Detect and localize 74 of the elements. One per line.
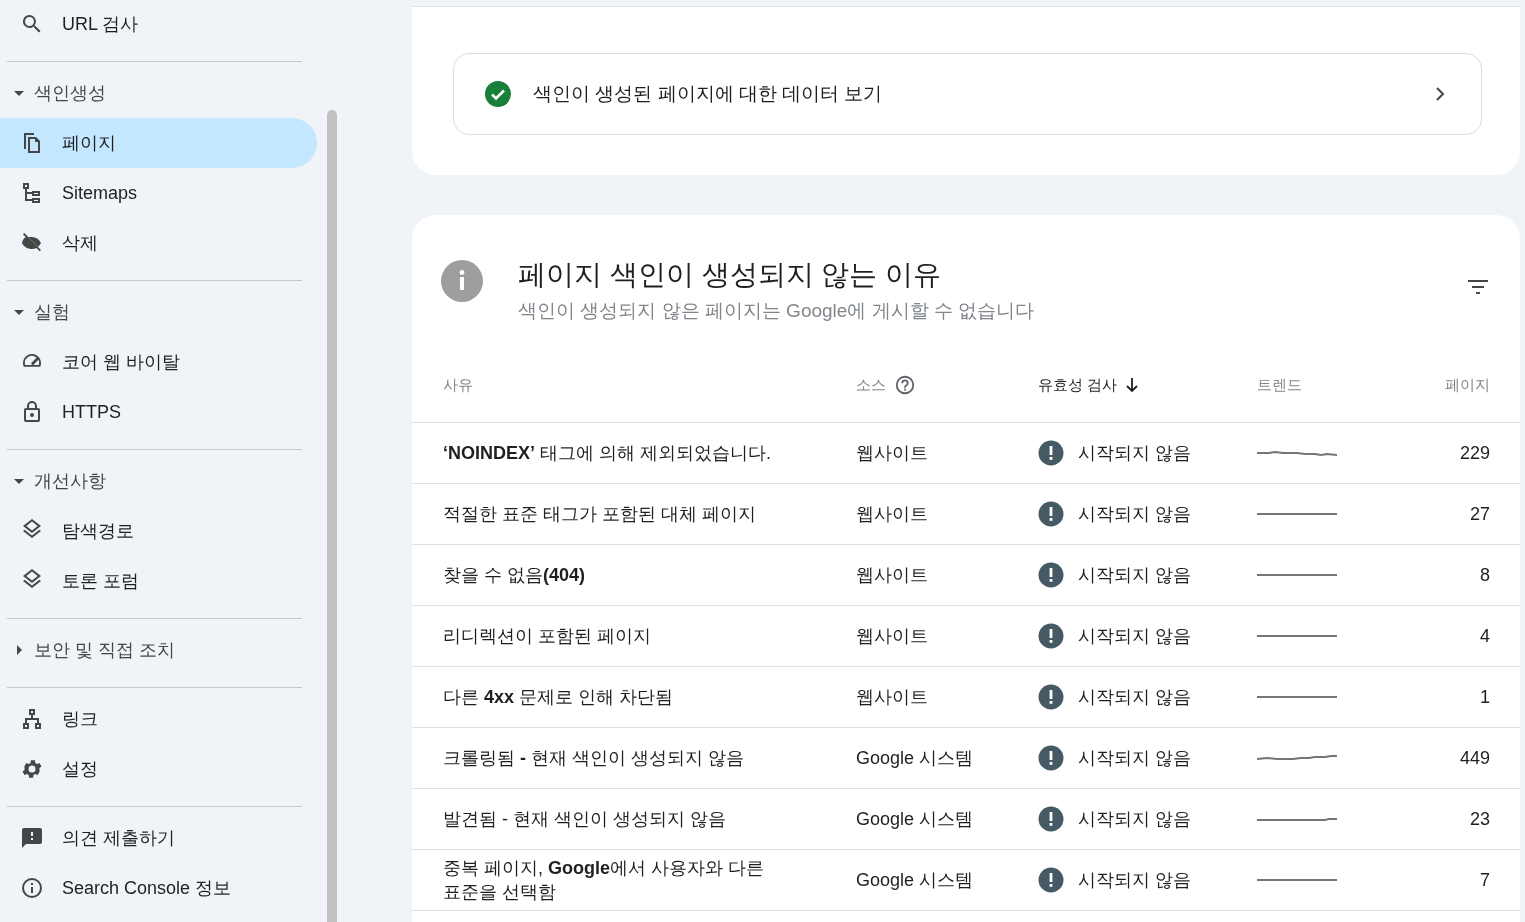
nav-item[interactable]: Sitemaps bbox=[0, 168, 317, 218]
feedback-icon bbox=[20, 826, 44, 850]
table-cell-text: 8 bbox=[1479, 564, 1490, 586]
table-cell-text: 시작되지 않음 bbox=[1078, 747, 1191, 770]
scrollbar[interactable] bbox=[327, 110, 337, 922]
info-icon bbox=[441, 260, 483, 302]
section-header[interactable]: 보안 및 직접 조치 bbox=[0, 625, 302, 675]
warning-circle-icon bbox=[1038, 745, 1064, 771]
table-cell-text: 시작되지 않음 bbox=[1078, 503, 1191, 526]
check-circle-icon bbox=[485, 81, 511, 107]
table-cell-text: 크롤링됨 - 현재 색인이 생성되지 않음 bbox=[443, 747, 746, 770]
table-cell-text: 웹사이트 bbox=[856, 686, 929, 709]
table-cell-text: ‘NOINDEX’ 태그에 의해 제외되었습니다. bbox=[443, 442, 773, 465]
warning-circle-icon bbox=[1038, 867, 1064, 893]
card-title: 페이지 색인이 생성되지 않는 이유 bbox=[518, 258, 943, 292]
column-header[interactable]: 사유 bbox=[443, 375, 856, 395]
column-header[interactable]: 소스 bbox=[856, 374, 1038, 396]
nav-item[interactable]: 링크 bbox=[0, 694, 317, 744]
info-icon bbox=[20, 876, 44, 900]
section-header[interactable]: 실험 bbox=[0, 287, 302, 337]
table-cell-text: 다른 4xx 문제로 인해 차단됨 bbox=[443, 686, 675, 709]
table-cell-text: 시작되지 않음 bbox=[1078, 869, 1191, 892]
nav-item[interactable]: 토론 포럼 bbox=[0, 556, 317, 606]
table-cell-text: 7 bbox=[1479, 869, 1490, 891]
table-cell-text: 시작되지 않음 bbox=[1078, 564, 1191, 587]
help-icon bbox=[894, 374, 916, 396]
section-header[interactable]: 색인생성 bbox=[0, 68, 302, 118]
warning-circle-icon bbox=[1038, 440, 1064, 466]
network-icon bbox=[20, 707, 44, 731]
table-cell-text: 웹사이트 bbox=[856, 625, 929, 648]
column-header[interactable]: 유효성 검사 bbox=[1038, 375, 1257, 395]
table-cell-text: 1 bbox=[1479, 686, 1490, 708]
warning-circle-icon bbox=[1038, 684, 1064, 710]
table-cell-text: 웹사이트 bbox=[856, 442, 929, 465]
table-cell-text: 시작되지 않음 bbox=[1078, 625, 1191, 648]
table-cell-text: 적절한 표준 태그가 포함된 대체 페이지 bbox=[443, 503, 757, 526]
table-cell-text: 27 bbox=[1468, 503, 1490, 525]
settings-icon bbox=[20, 757, 44, 781]
column-header[interactable]: 페이지 bbox=[1370, 375, 1490, 395]
chevron-right-icon bbox=[1435, 86, 1445, 102]
table-cell-text: 시작되지 않음 bbox=[1078, 442, 1191, 465]
nav-item[interactable]: 의견 제출하기 bbox=[0, 813, 317, 863]
nav-item[interactable]: 설정 bbox=[0, 744, 317, 794]
nav-item[interactable]: Search Console 정보 bbox=[0, 863, 317, 913]
warning-circle-icon bbox=[1038, 501, 1064, 527]
warning-circle-icon bbox=[1038, 562, 1064, 588]
sort-arrow-down-icon bbox=[1125, 377, 1140, 393]
nav-item[interactable]: 삭제 bbox=[0, 218, 317, 268]
warning-circle-icon bbox=[1038, 623, 1064, 649]
table-cell-text: 발견됨 - 현재 색인이 생성되지 않음 bbox=[443, 808, 727, 831]
table-cell-text: Google 시스템 bbox=[856, 808, 975, 831]
table-cell-text: 웹사이트 bbox=[856, 564, 929, 587]
table-cell-text: 시작되지 않음 bbox=[1078, 808, 1191, 831]
nav-item[interactable]: 코어 웹 바이탈 bbox=[0, 337, 317, 387]
table-cell-text: 웹사이트 bbox=[856, 503, 929, 526]
nav-item[interactable]: HTTPS bbox=[0, 387, 317, 437]
table-cell-text: 229 bbox=[1458, 442, 1490, 464]
nav-item[interactable]: 페이지 bbox=[0, 118, 317, 168]
indexed-pages-link[interactable]: 색인이 생성된 페이지에 대한 데이터 보기 bbox=[453, 53, 1482, 135]
table-cell-text: 23 bbox=[1468, 808, 1490, 830]
table-cell-text: 중복 페이지, Google에서 사용자와 다른 표준을 선택함 bbox=[443, 857, 766, 904]
table-cell-text: Google 시스템 bbox=[856, 747, 975, 770]
table-cell-text: 리디렉션이 포함된 페이지 bbox=[443, 625, 652, 648]
section-header[interactable]: 개선사항 bbox=[0, 456, 302, 506]
table-cell-text: 찾을 수 없음(404) bbox=[443, 564, 587, 587]
nav-item[interactable]: URL 검사 bbox=[0, 0, 317, 49]
nav-item[interactable]: 탐색경로 bbox=[0, 506, 317, 556]
warning-circle-icon bbox=[1038, 806, 1064, 832]
table-cell-text: Google 시스템 bbox=[856, 869, 975, 892]
column-header[interactable]: 트렌드 bbox=[1257, 375, 1370, 395]
table-cell-text: 449 bbox=[1458, 747, 1490, 769]
table-cell-text: 시작되지 않음 bbox=[1078, 686, 1191, 709]
card-subtitle: 색인이 생성되지 않은 페이지는 Google에 게시할 수 없습니다 bbox=[518, 299, 1036, 323]
table-cell-text: 4 bbox=[1479, 625, 1490, 647]
